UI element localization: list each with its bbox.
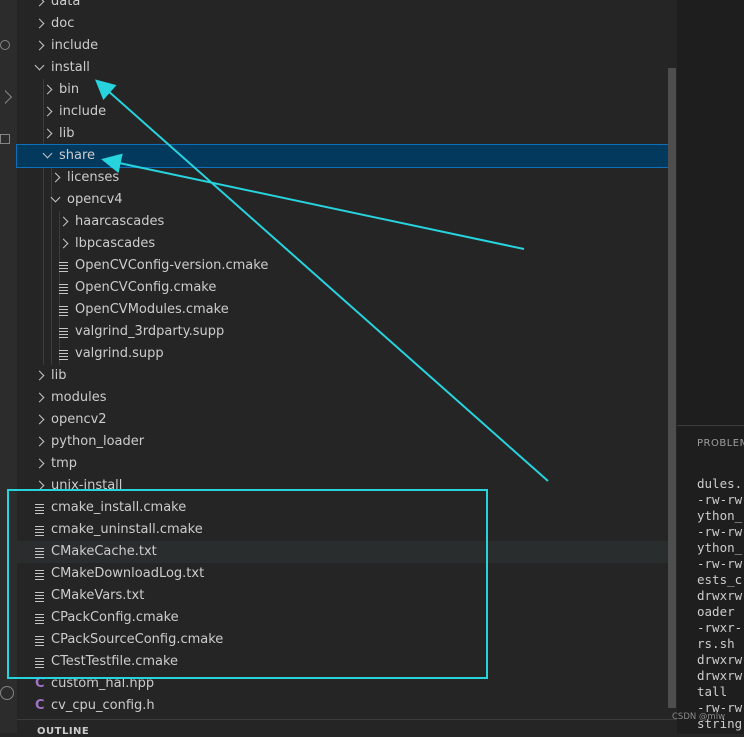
- annotation-arrow-install: [95, 79, 549, 482]
- annotation-arrows: [95, 79, 549, 482]
- annotation-arrow-share: [101, 153, 525, 250]
